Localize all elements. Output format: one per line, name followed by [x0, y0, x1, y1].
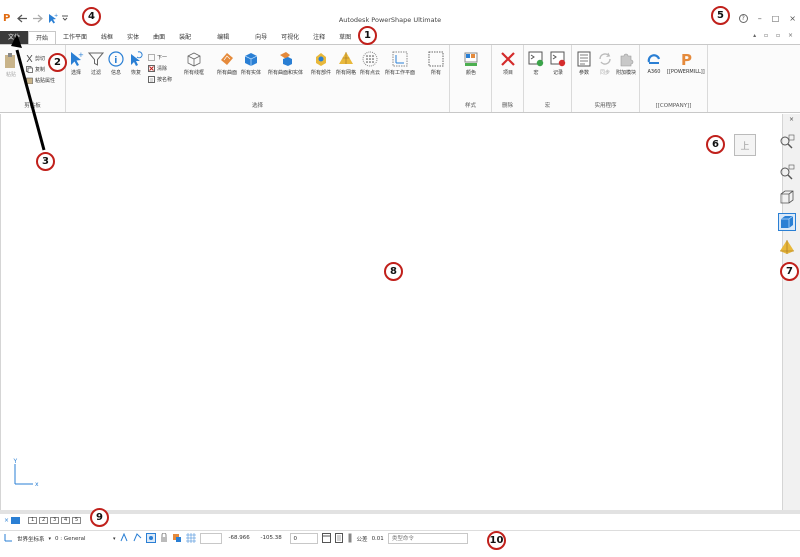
callout-arrow [11, 34, 46, 151]
powershape-window: P + Autodesk PowerShape Ultimate ? – □ ×… [0, 0, 800, 557]
